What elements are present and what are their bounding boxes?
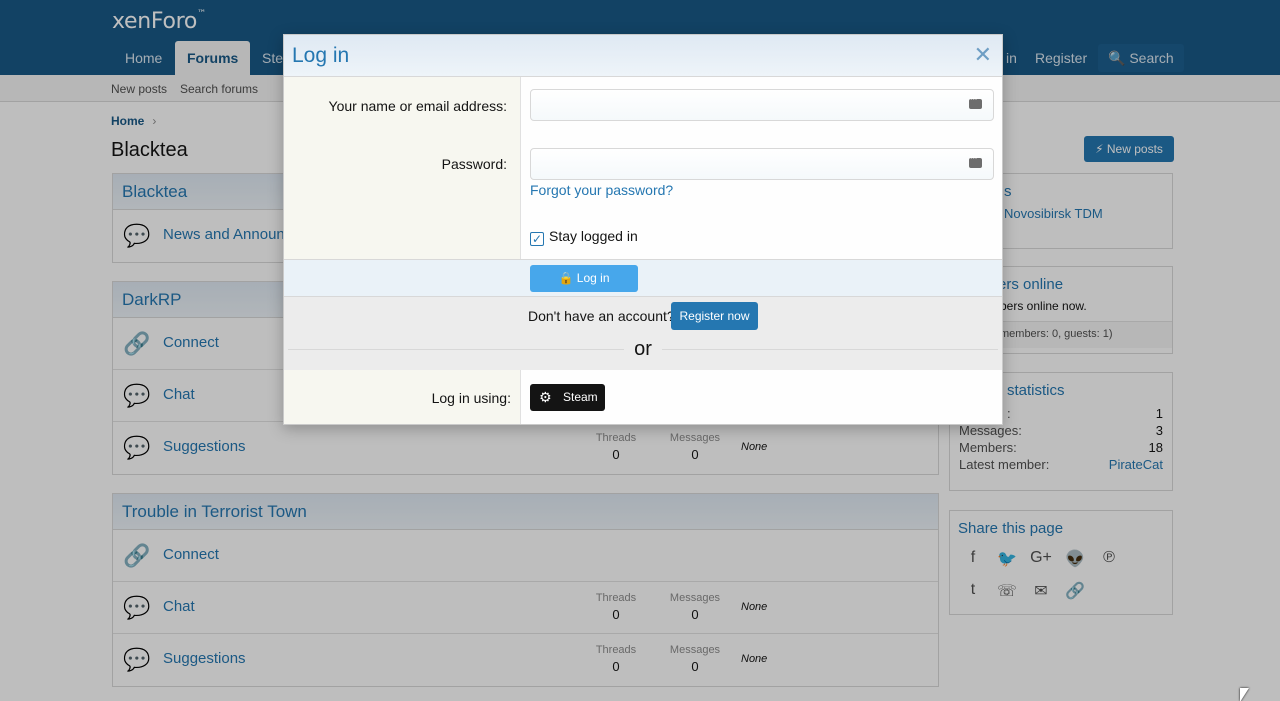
mouse-cursor bbox=[1240, 688, 1249, 701]
name-input[interactable] bbox=[530, 89, 994, 121]
no-account-text: Don't have an account? bbox=[528, 308, 675, 324]
login-modal: Log in ✕ Your name or email address: Pas… bbox=[283, 34, 1003, 425]
stay-logged-in-checkbox[interactable]: ✓ Stay logged in bbox=[530, 228, 638, 246]
submit-row: 🔒 Log in bbox=[284, 259, 1002, 297]
password-label: Password: bbox=[441, 156, 507, 172]
name-label: Your name or email address: bbox=[328, 98, 507, 114]
modal-header: Log in ✕ bbox=[284, 35, 1002, 77]
or-separator: or bbox=[624, 338, 662, 361]
register-row: Don't have an account? Register now or bbox=[284, 297, 1002, 370]
register-now-button[interactable]: Register now bbox=[671, 302, 758, 330]
close-icon[interactable]: ✕ bbox=[974, 43, 992, 67]
modal-title: Log in bbox=[292, 44, 350, 67]
password-manager-icon[interactable] bbox=[969, 153, 982, 168]
forgot-password-link[interactable]: Forgot your password? bbox=[530, 182, 673, 198]
checkmark-icon[interactable]: ✓ bbox=[530, 232, 544, 246]
password-manager-icon[interactable] bbox=[969, 94, 982, 109]
login-using-label: Log in using: bbox=[431, 390, 511, 406]
lock-icon: 🔒 bbox=[558, 271, 574, 285]
password-input[interactable] bbox=[530, 148, 994, 180]
steam-login-button[interactable]: ⚙ Steam bbox=[530, 384, 605, 411]
login-button[interactable]: 🔒 Log in bbox=[530, 265, 638, 292]
login-using-column: Log in using: bbox=[284, 370, 521, 424]
steam-icon: ⚙ bbox=[539, 389, 552, 405]
